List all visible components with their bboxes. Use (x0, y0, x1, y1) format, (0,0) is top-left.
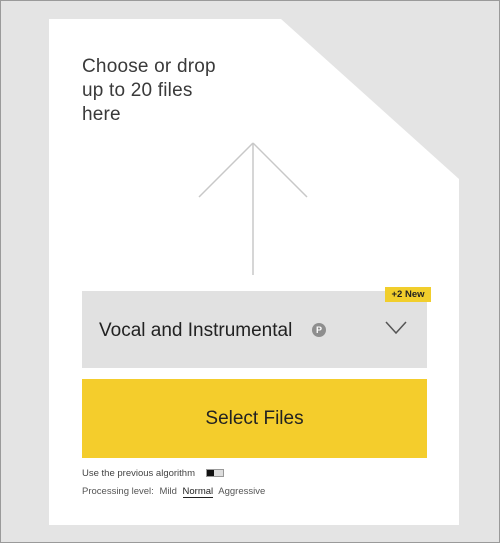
premium-icon: P (312, 323, 326, 337)
chevron-down-icon (385, 321, 407, 335)
drop-instructions: Choose or drop up to 20 files here (82, 55, 282, 127)
instruction-line: here (82, 104, 121, 125)
previous-algorithm-toggle[interactable] (206, 469, 224, 477)
level-option-normal[interactable]: Normal (182, 486, 214, 498)
instruction-line: up to 20 files (82, 80, 193, 101)
level-option-aggressive[interactable]: Aggressive (218, 486, 265, 497)
previous-algorithm-label: Use the previous algorithm (82, 468, 195, 479)
drop-zone[interactable]: Choose or drop up to 20 files here Vocal… (49, 19, 459, 525)
level-option-mild[interactable]: Mild (159, 486, 176, 497)
upload-page: Choose or drop up to 20 files here Vocal… (0, 0, 500, 543)
toggle-knob (207, 470, 214, 476)
new-options-badge: +2 New (385, 287, 431, 302)
separation-type-label: Vocal and Instrumental (99, 320, 293, 341)
select-files-button[interactable]: Select Files (82, 379, 427, 458)
separation-type-dropdown[interactable]: Vocal and Instrumental P (82, 291, 427, 368)
processing-level-label: Processing level: (82, 486, 154, 497)
upload-arrow-icon (198, 142, 308, 275)
instruction-line: Choose or drop (82, 56, 216, 77)
processing-level-row: Processing level: Mild Normal Aggressive (82, 486, 268, 498)
